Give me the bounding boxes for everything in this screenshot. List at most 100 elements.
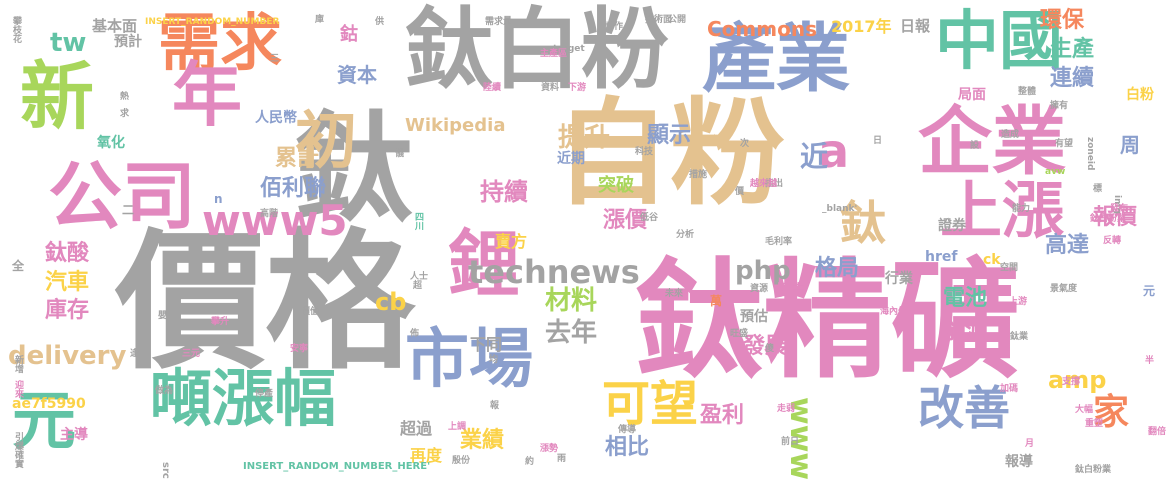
cloud-word: 分析 bbox=[676, 230, 695, 240]
cloud-word: 近期 bbox=[557, 151, 585, 167]
cloud-word: 去年 bbox=[545, 318, 598, 348]
cloud-word: 發布 bbox=[1110, 204, 1129, 214]
cloud-word: 材料 bbox=[545, 286, 598, 316]
cloud-word: 熱 bbox=[120, 92, 130, 102]
cloud-word: 越來越 bbox=[750, 179, 778, 189]
cloud-word: 擁有 bbox=[1050, 101, 1069, 111]
cloud-word: tw bbox=[50, 28, 87, 58]
cloud-word: 近 bbox=[800, 140, 829, 173]
cloud-word: href bbox=[925, 249, 958, 265]
cloud-word: 反轉 bbox=[1103, 236, 1122, 246]
cloud-word: 三元 bbox=[182, 349, 201, 359]
cloud-word: 周 bbox=[1120, 133, 1140, 157]
cloud-word: 攀枝花 bbox=[11, 16, 21, 43]
cloud-word: 迎來 bbox=[13, 380, 23, 398]
cloud-word: 空間 bbox=[1000, 263, 1019, 273]
cloud-word: 人民幣 bbox=[255, 110, 297, 126]
cloud-word: 全 bbox=[12, 259, 25, 273]
cloud-word: 造成 bbox=[1001, 130, 1020, 140]
cloud-word: 格局 bbox=[815, 256, 860, 281]
cloud-word: delivery bbox=[8, 341, 127, 371]
cloud-word: 供 bbox=[375, 17, 385, 27]
cloud-word: 自粉 bbox=[555, 87, 786, 221]
cloud-word: 炒作 bbox=[605, 22, 624, 32]
cloud-word: 引爆 bbox=[13, 432, 23, 450]
cloud-word: 有望 bbox=[1055, 139, 1074, 149]
cloud-word: 月 bbox=[1025, 439, 1035, 449]
cloud-word: 2017年 bbox=[831, 17, 892, 36]
cloud-word: 價格 bbox=[115, 216, 416, 390]
cloud-word: 庫 bbox=[315, 15, 325, 25]
cloud-word: 提升 bbox=[558, 123, 611, 153]
cloud-word: 傳導 bbox=[618, 425, 637, 435]
cloud-word: 預估 bbox=[740, 309, 768, 325]
cloud-word: 標 bbox=[1093, 184, 1103, 194]
cloud-word: 均 bbox=[489, 355, 499, 365]
cloud-word: src bbox=[160, 462, 171, 479]
cloud-word: 科技 bbox=[635, 147, 654, 157]
cloud-word: 汽車 bbox=[45, 270, 90, 295]
cloud-word: 證券 bbox=[938, 218, 966, 234]
cloud-word: 設 bbox=[970, 141, 980, 151]
cloud-word: 持續 bbox=[480, 178, 528, 206]
cloud-word: 環保 bbox=[1040, 8, 1085, 33]
cloud-word: 嬰 bbox=[158, 311, 168, 321]
cloud-word: 超 bbox=[413, 281, 423, 291]
cloud-word: 資本 bbox=[337, 63, 377, 87]
cloud-word: 傻 bbox=[765, 344, 775, 354]
cloud-word: 措施 bbox=[689, 170, 708, 180]
cloud-word: 前日 bbox=[781, 437, 800, 447]
cloud-word: 基本面 bbox=[92, 17, 138, 35]
cloud-word: 約 bbox=[525, 457, 535, 467]
cloud-word: 整體 bbox=[1018, 87, 1037, 97]
cloud-word: 資源 bbox=[750, 284, 769, 294]
cloud-word: 海內外 bbox=[880, 307, 908, 317]
cloud-word: 儀 bbox=[395, 149, 405, 159]
cloud-word: 鈷 bbox=[340, 24, 358, 45]
cloud-word: 雨 bbox=[557, 454, 567, 464]
cloud-word: 業績 bbox=[460, 428, 505, 453]
cloud-word: 安寧 bbox=[290, 344, 309, 354]
cloud-word: Wikipedia bbox=[405, 115, 506, 136]
cloud-word: www5 bbox=[202, 196, 348, 245]
cloud-word: 佰利聯 bbox=[260, 176, 327, 201]
cloud-word: 價值 bbox=[301, 307, 320, 317]
cloud-word: 新增 bbox=[13, 355, 23, 373]
cloud-word: 重塑 bbox=[1085, 419, 1104, 429]
cloud-word: 企業 bbox=[918, 99, 1066, 185]
cloud-word: 賣方 bbox=[495, 232, 528, 251]
cloud-word: 佈 bbox=[410, 329, 420, 339]
cloud-word: 未來 bbox=[665, 289, 684, 299]
cloud-word: 支撐 bbox=[1062, 377, 1081, 387]
cloud-word: 報導 bbox=[1005, 454, 1033, 470]
cloud-word: n bbox=[214, 192, 223, 206]
cloud-word: 做為 bbox=[155, 386, 174, 396]
cloud-word: 噸漲幅 bbox=[150, 362, 337, 435]
cloud-word: 提高 bbox=[776, 281, 807, 299]
cloud-word: 大幅 bbox=[1075, 405, 1094, 415]
cloud-word: 氧化 bbox=[97, 135, 125, 151]
cloud-word: 日報 bbox=[900, 17, 931, 35]
cloud-word: 走弱 bbox=[777, 404, 796, 414]
cloud-word: 突破 bbox=[598, 175, 634, 196]
cloud-word: Commons bbox=[707, 17, 817, 41]
cloud-word: avw bbox=[1045, 167, 1066, 177]
cloud-word: 預計 bbox=[114, 34, 142, 50]
cloud-word: 殷份 bbox=[452, 456, 471, 466]
cloud-word: 新 bbox=[20, 54, 94, 140]
cloud-word: 鈦業 bbox=[1010, 332, 1029, 342]
cloud-word: 日 bbox=[873, 136, 883, 146]
cloud-word: 主產區 bbox=[540, 49, 568, 59]
cloud-word: 上游 bbox=[1009, 297, 1028, 307]
cloud-word: 毛利率 bbox=[765, 237, 793, 247]
cloud-word: 高達 bbox=[1045, 233, 1090, 258]
cloud-word: 確實 bbox=[13, 450, 23, 468]
cloud-word: 逢 bbox=[130, 349, 140, 359]
cloud-word: 景氣度 bbox=[1050, 284, 1078, 294]
cloud-word: 主導 bbox=[60, 427, 88, 443]
cloud-word: 上調 bbox=[448, 422, 467, 432]
cloud-word: 市場 bbox=[405, 323, 533, 397]
cloud-word: 下同 bbox=[470, 335, 503, 354]
cloud-word: 價 bbox=[735, 187, 745, 197]
cloud-word: 三 bbox=[270, 54, 280, 64]
